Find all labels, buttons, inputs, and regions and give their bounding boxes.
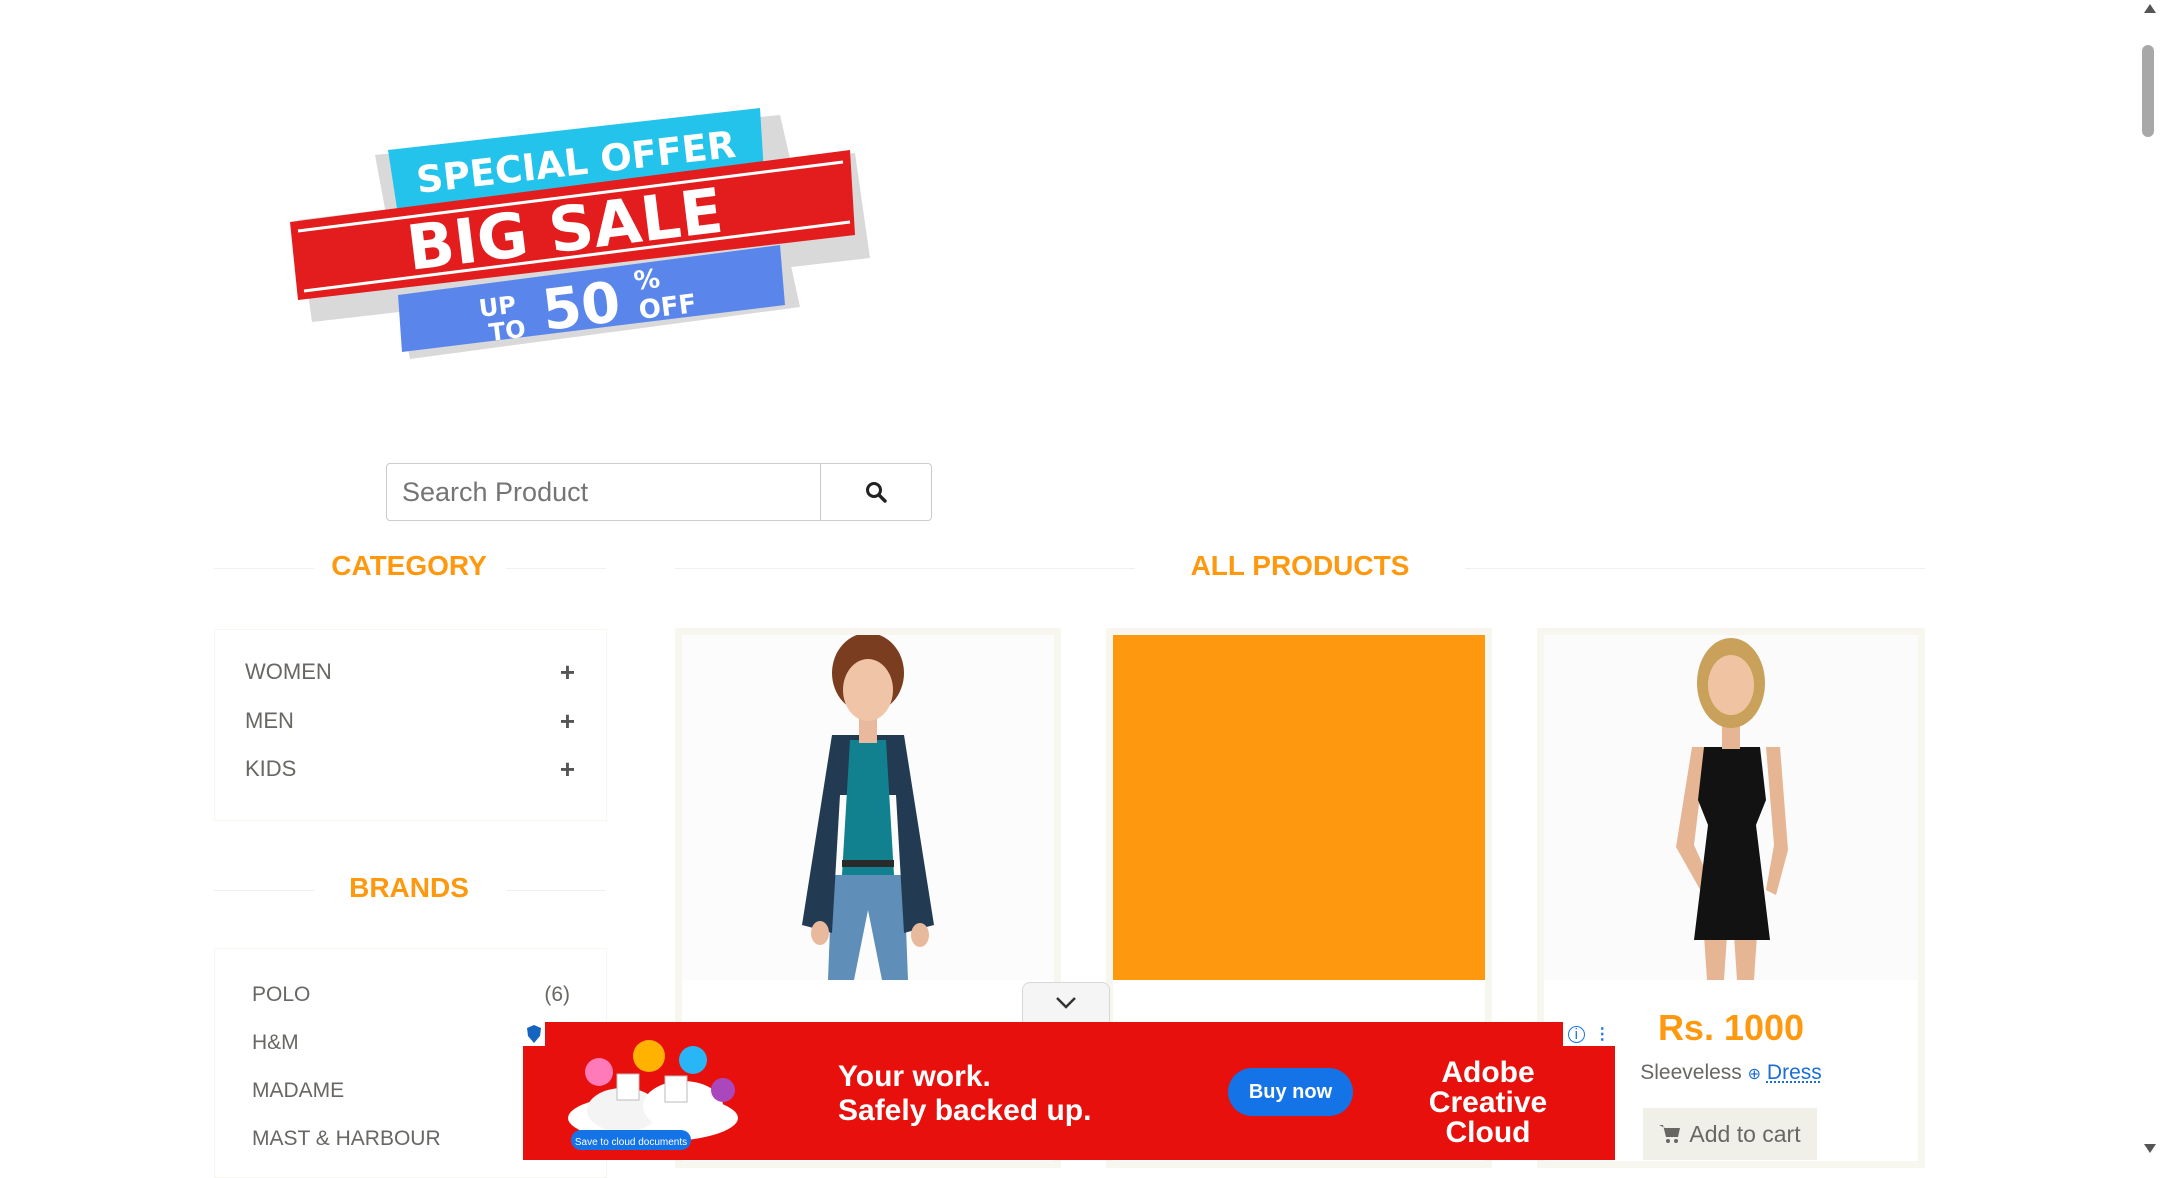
ad-choice-icon[interactable]	[523, 1022, 545, 1046]
category-item-men[interactable]: MEN +	[245, 701, 575, 741]
product-category-link[interactable]: Dress	[1767, 1061, 1822, 1084]
divider	[1465, 568, 1925, 569]
search-icon	[866, 482, 887, 503]
plus-icon[interactable]: +	[560, 657, 575, 688]
add-to-cart-button[interactable]: Add to cart	[1643, 1108, 1817, 1160]
info-icon[interactable]: i	[1567, 1025, 1585, 1043]
brand-label: POLO	[252, 983, 311, 1006]
brand-item-polo[interactable]: POLO (6)	[252, 975, 570, 1015]
banner-percent-value: 50	[539, 270, 624, 344]
ad-headline: Your work. Safely backed up.	[838, 1060, 1091, 1128]
banner-to: TO	[487, 315, 527, 347]
ad-collapse-toggle[interactable]	[1022, 982, 1110, 1023]
product-image[interactable]	[682, 633, 1054, 980]
info-icon: ⊕	[1747, 1066, 1762, 1083]
ad-controls: i ⋮	[1563, 1022, 1615, 1046]
category-label: MEN	[245, 708, 294, 733]
category-label: KIDS	[245, 756, 297, 781]
divider	[675, 568, 1135, 569]
ad-brand-line2: Creative Cloud	[1428, 1086, 1548, 1149]
ad-headline-line1: Your work.	[838, 1060, 991, 1093]
ad-badge: Save to cloud documents	[574, 1136, 688, 1148]
ad-banner[interactable]: Save to cloud documents Your work. Safel…	[523, 1022, 1615, 1160]
divider	[506, 568, 606, 569]
category-label: WOMEN	[245, 659, 332, 684]
big-sale-banner: SPECIAL OFFER BIG SALE UP TO 50 % OFF	[290, 108, 870, 359]
scrollbar-track[interactable]	[2140, 0, 2160, 1160]
category-title: CATEGORY	[331, 550, 487, 581]
brand-label: MADAME	[252, 1079, 345, 1102]
divider	[214, 568, 314, 569]
add-to-cart-label: Add to cart	[1689, 1120, 1801, 1147]
brand-count: (6)	[544, 983, 570, 1006]
cart-icon	[1659, 1125, 1681, 1143]
brand-label: H&M	[252, 1031, 299, 1054]
ad-brand: Adobe Creative Cloud	[1383, 1058, 1593, 1148]
divider	[506, 890, 606, 891]
all-products-title: ALL PRODUCTS	[1190, 550, 1410, 581]
scroll-up-icon[interactable]	[2144, 4, 2156, 13]
search-input[interactable]	[386, 463, 821, 521]
scroll-down-icon[interactable]	[2144, 1144, 2156, 1153]
banner-percent-sign: %	[632, 264, 662, 297]
search-button[interactable]	[820, 463, 932, 521]
brands-title: BRANDS	[349, 872, 469, 903]
plus-icon[interactable]: +	[560, 754, 575, 785]
category-item-kids[interactable]: KIDS +	[245, 749, 575, 789]
product-image[interactable]	[1544, 635, 1918, 980]
chevron-down-icon	[1056, 997, 1076, 1009]
ad-brand-line1: Adobe	[1441, 1056, 1535, 1089]
product-image[interactable]	[1113, 635, 1485, 980]
plus-icon[interactable]: +	[560, 706, 575, 737]
product-title: Sleeveless	[1640, 1061, 1742, 1084]
ad-headline-line2: Safely backed up.	[838, 1094, 1092, 1127]
brand-label: MAST & HARBOUR	[252, 1127, 441, 1150]
more-options-icon[interactable]: ⋮	[1594, 1024, 1610, 1044]
ad-buy-now-button[interactable]: Buy now	[1228, 1068, 1353, 1116]
scrollbar-thumb[interactable]	[2142, 45, 2154, 137]
divider	[214, 890, 314, 891]
category-item-women[interactable]: WOMEN +	[245, 652, 575, 692]
